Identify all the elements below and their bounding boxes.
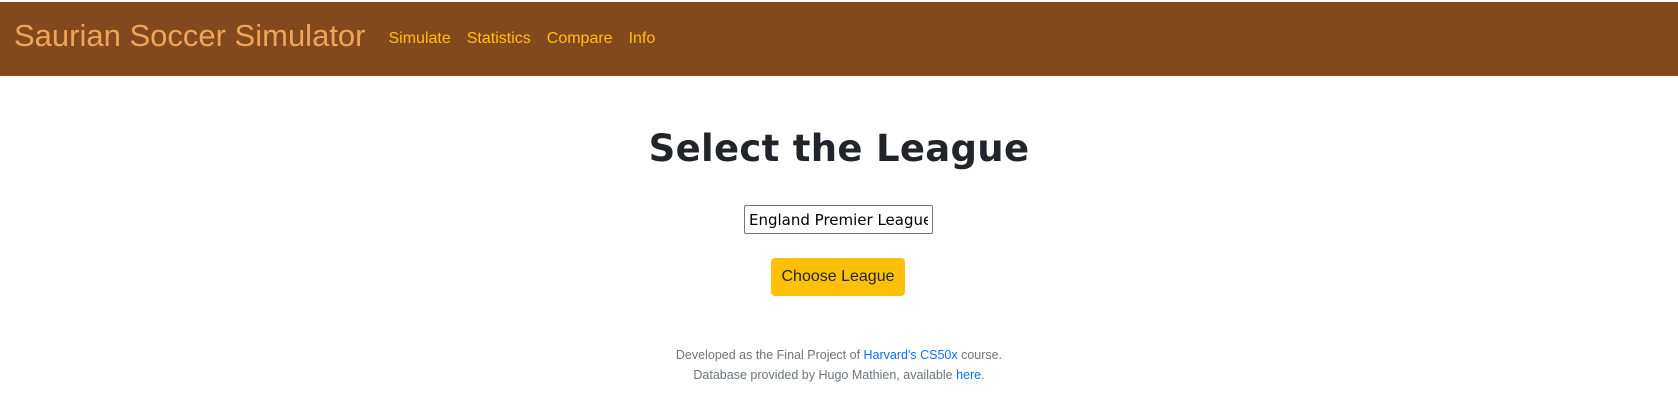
page-title: Select the League [648,127,1030,170]
footer-line1-suffix: course. [957,348,1003,362]
cs50x-link[interactable]: Harvard's CS50x [864,348,958,362]
nav-link-statistics[interactable]: Statistics [467,30,531,48]
footer: Developed as the Final Project of Harvar… [0,345,1678,385]
database-here-link[interactable]: here [956,368,981,382]
footer-line-1: Developed as the Final Project of Harvar… [0,345,1678,365]
navbar: Saurian Soccer Simulator Simulate Statis… [0,2,1678,76]
choose-league-button[interactable]: Choose League [771,258,905,296]
league-input[interactable] [744,205,933,234]
nav-link-compare[interactable]: Compare [547,30,613,48]
nav-link-info[interactable]: Info [629,30,656,48]
footer-line2-prefix: Database provided by Hugo Mathien, avail… [693,368,957,382]
footer-line-2: Database provided by Hugo Mathien, avail… [0,365,1678,385]
brand-link[interactable]: Saurian Soccer Simulator [14,18,366,54]
footer-line2-suffix: . [981,368,985,382]
footer-line1-prefix: Developed as the Final Project of [675,348,864,362]
nav-link-simulate[interactable]: Simulate [389,30,451,48]
